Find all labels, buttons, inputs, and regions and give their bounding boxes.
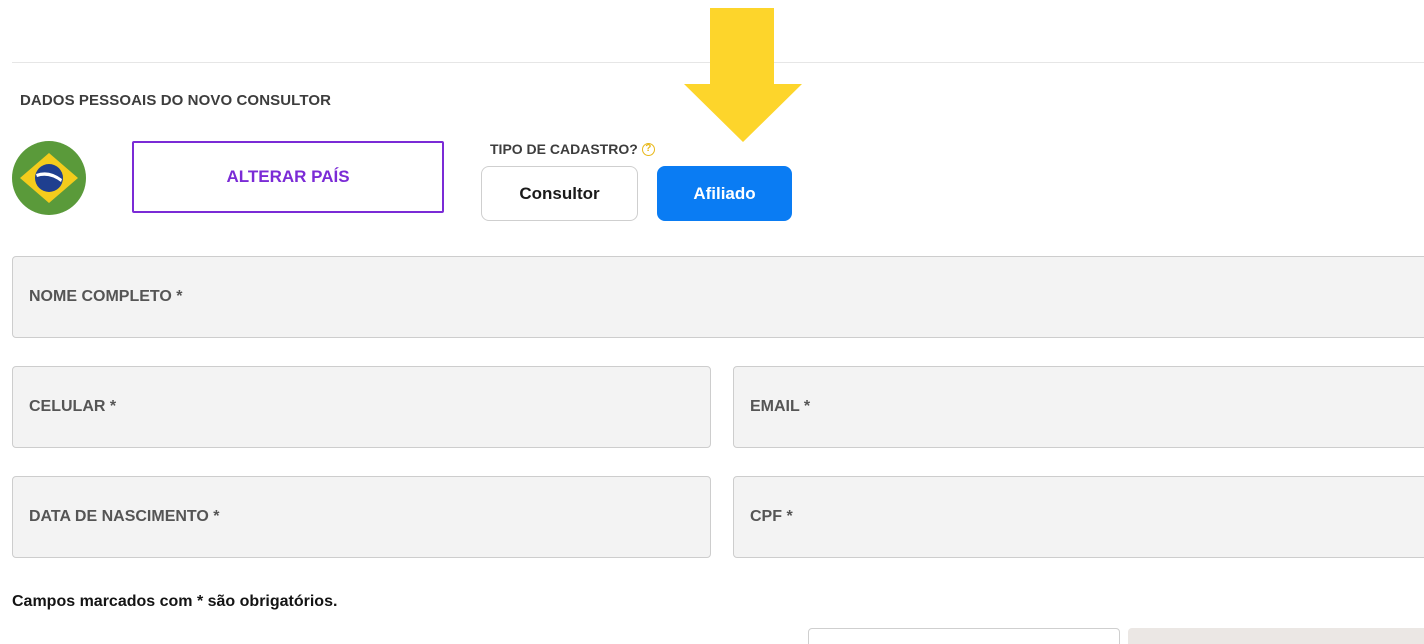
brazil-flag-icon[interactable]: [12, 141, 86, 215]
change-country-button[interactable]: ALTERAR PAÍS: [132, 141, 444, 213]
birth-date-field[interactable]: DATA DE NASCIMENTO *: [12, 476, 711, 558]
type-afiliado-button[interactable]: Afiliado: [657, 166, 792, 221]
cpf-field[interactable]: CPF *: [733, 476, 1424, 558]
primary-button[interactable]: [1128, 628, 1424, 644]
arrow-down-icon: [684, 8, 802, 142]
full-name-field[interactable]: NOME COMPLETO *: [12, 256, 1424, 338]
secondary-button[interactable]: [808, 628, 1120, 644]
required-fields-note: Campos marcados com * são obrigatórios.: [12, 593, 338, 610]
section-title: DADOS PESSOAIS DO NOVO CONSULTOR: [20, 92, 332, 109]
registration-type-text: TIPO DE CADASTRO?: [490, 141, 638, 157]
email-field[interactable]: EMAIL *: [733, 366, 1424, 448]
registration-type-label: TIPO DE CADASTRO? ?: [490, 141, 655, 157]
phone-field[interactable]: CELULAR *: [12, 366, 711, 448]
question-circle-icon[interactable]: ?: [641, 142, 655, 156]
type-consultor-button[interactable]: Consultor: [481, 166, 638, 221]
registration-page: DADOS PESSOAIS DO NOVO CONSULTOR ALTERAR…: [0, 0, 1424, 644]
